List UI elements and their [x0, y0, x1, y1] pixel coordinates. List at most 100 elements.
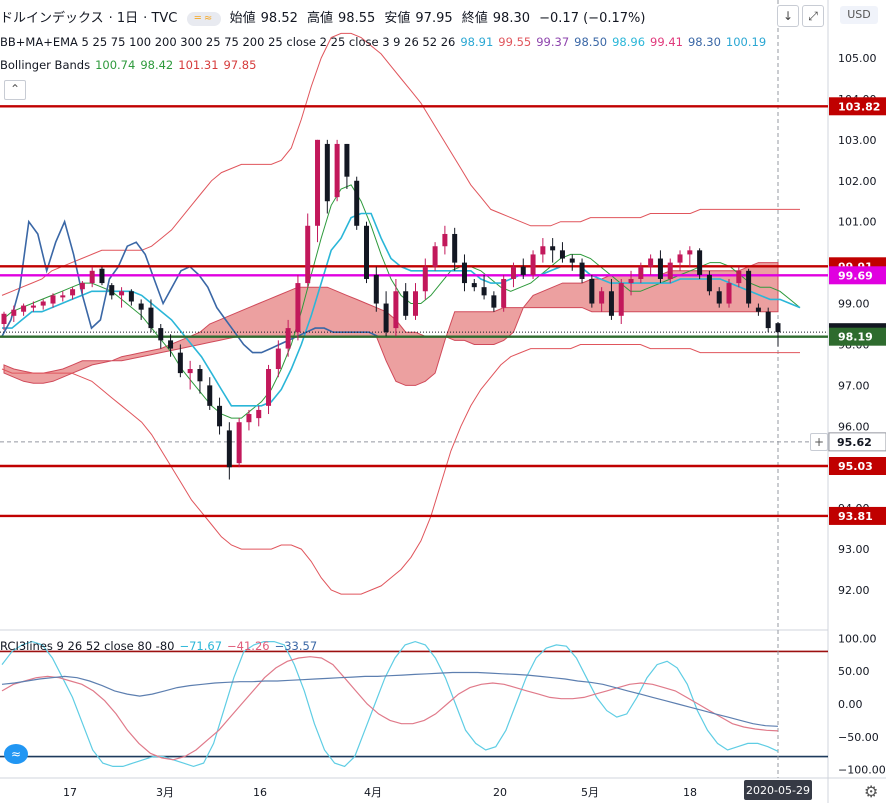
- candle-body-57: [559, 250, 565, 259]
- x-tick-label-6: 18: [683, 786, 697, 799]
- close-value: 98.30: [492, 11, 530, 26]
- y-tick-label-13: 92.00: [838, 584, 870, 597]
- x-tick-label-2: 16: [253, 786, 267, 799]
- rci-tick-label-3: −50.00: [838, 731, 879, 744]
- low-label: 安値: [384, 11, 411, 26]
- candle-body-34: [334, 143, 340, 198]
- candle-body-53: [520, 266, 526, 275]
- candle-body-24: [236, 422, 242, 464]
- candle-body-14: [138, 303, 144, 310]
- y-tick-label-3: 102.00: [838, 175, 877, 188]
- price-level-tag-7: 93.81: [838, 510, 873, 523]
- low-value: 97.95: [415, 11, 453, 26]
- chart-background: [0, 0, 886, 803]
- candle-body-7: [70, 289, 76, 296]
- currency-label[interactable]: USD: [840, 6, 878, 24]
- candle-body-30: [295, 283, 301, 333]
- candle-body-74: [726, 283, 732, 304]
- x-tick-label-1: 3月: [156, 786, 174, 799]
- symbol-legend: ドルインデックス · 1日 · TVC ═ ≈ 始値 98.52 高値 98.55 安値…: [0, 11, 646, 26]
- candle-body-63: [618, 283, 624, 316]
- x-tick-label-0: 17: [63, 786, 77, 799]
- collapse-legend-button[interactable]: ⌃: [4, 80, 26, 100]
- ma-label: BB+MA+EMA 5 25 75 100 200 300 25 75 200 …: [0, 35, 456, 49]
- fullscreen-button[interactable]: ⤢: [802, 5, 824, 27]
- rci-tick-label-1: 50.00: [838, 665, 870, 678]
- candle-body-66: [648, 258, 654, 267]
- rci-value-0: −71.67: [179, 639, 223, 653]
- candle-body-68: [667, 262, 673, 279]
- ma-value-4: 98.96: [612, 35, 646, 49]
- candle-body-62: [608, 291, 614, 316]
- candle-body-71: [697, 250, 703, 275]
- candle-body-27: [266, 369, 272, 406]
- bb-value-0: 100.74: [95, 58, 136, 72]
- candle-body-5: [50, 295, 56, 304]
- x-tick-label-5: 5月: [581, 786, 599, 799]
- candle-body-65: [638, 266, 644, 279]
- scroll-to-latest-button[interactable]: ↓: [777, 5, 799, 27]
- rci-tick-label-0: 100.00: [838, 632, 877, 645]
- rci-value-1: −41.26: [227, 639, 270, 653]
- candle-body-73: [716, 291, 722, 304]
- candle-body-46: [452, 233, 458, 263]
- x-cursor-label: 2020-05-29: [746, 784, 810, 797]
- symbol-name[interactable]: ドルインデックス: [0, 11, 104, 26]
- candle-body-8: [79, 283, 85, 290]
- ma-value-1: 99.55: [498, 35, 532, 49]
- price-level-tag-5: 95.62: [837, 436, 872, 449]
- candle-body-77: [755, 307, 761, 312]
- candle-body-67: [657, 258, 663, 279]
- candle-body-0: [1, 313, 7, 324]
- candle-body-21: [207, 385, 213, 406]
- candle-body-19: [187, 369, 193, 374]
- ma-legend[interactable]: BB+MA+EMA 5 25 75 100 200 300 25 75 200 …: [0, 35, 776, 49]
- candle-body-72: [706, 274, 712, 292]
- ma-value-2: 99.37: [536, 35, 570, 49]
- close-label: 終値: [461, 11, 488, 26]
- candle-body-38: [373, 274, 379, 304]
- candle-body-31: [305, 225, 311, 284]
- candle-body-75: [736, 270, 742, 284]
- candle-body-29: [285, 328, 291, 349]
- candle-body-37: [364, 225, 370, 279]
- rci-tick-label-4: −100.00: [838, 764, 886, 777]
- candle-body-64: [628, 278, 634, 284]
- change-value: −0.17 (−0.17%): [539, 11, 646, 26]
- candle-body-50: [491, 295, 497, 308]
- bb-legend[interactable]: Bollinger Bands 100.74 98.42 101.31 97.85: [0, 58, 266, 72]
- y-tick-label-2: 103.00: [838, 134, 877, 147]
- candle-body-35: [344, 143, 350, 177]
- ma-value-5: 99.41: [650, 35, 683, 49]
- rci-label: RCI3lines 9 26 52 close 80 -80: [0, 639, 175, 653]
- candle-body-25: [246, 414, 252, 423]
- candle-body-15: [148, 307, 154, 329]
- candle-body-43: [422, 266, 428, 292]
- candle-body-9: [89, 270, 95, 284]
- ma-value-3: 98.50: [574, 35, 608, 49]
- rci-legend[interactable]: RCI3lines 9 26 52 close 80 -80 −71.67 −41.…: [0, 639, 327, 653]
- high-label: 高値: [307, 11, 334, 26]
- open-label: 始値: [229, 11, 256, 26]
- y-tick-label-9: 96.00: [838, 420, 870, 433]
- interval-label[interactable]: 1日: [117, 11, 138, 26]
- y-tick-label-6: 99.00: [838, 298, 870, 311]
- settings-gear-icon[interactable]: ⚙: [864, 782, 878, 801]
- add-alert-button[interactable]: +: [810, 433, 828, 451]
- candle-body-58: [569, 258, 575, 263]
- rci-value-2: −33.57: [274, 639, 318, 653]
- candle-body-51: [501, 278, 507, 308]
- bb-value-3: 97.85: [223, 58, 257, 72]
- price-level-tag-4: 98.19: [838, 331, 873, 344]
- open-value: 98.52: [260, 11, 298, 26]
- arrow-down-icon: ↓: [782, 9, 794, 23]
- candle-body-69: [677, 254, 683, 263]
- price-chart[interactable]: 105.00104.00103.00102.00101.00100.0099.0…: [0, 0, 886, 803]
- candle-body-41: [403, 291, 409, 316]
- candle-body-45: [442, 233, 448, 247]
- candle-body-2: [21, 305, 27, 312]
- compare-toggle[interactable]: ═ ≈: [186, 11, 221, 26]
- price-level-tag-6: 95.03: [838, 460, 873, 473]
- y-tick-label-0: 105.00: [838, 52, 877, 65]
- bb-value-2: 101.31: [178, 58, 219, 72]
